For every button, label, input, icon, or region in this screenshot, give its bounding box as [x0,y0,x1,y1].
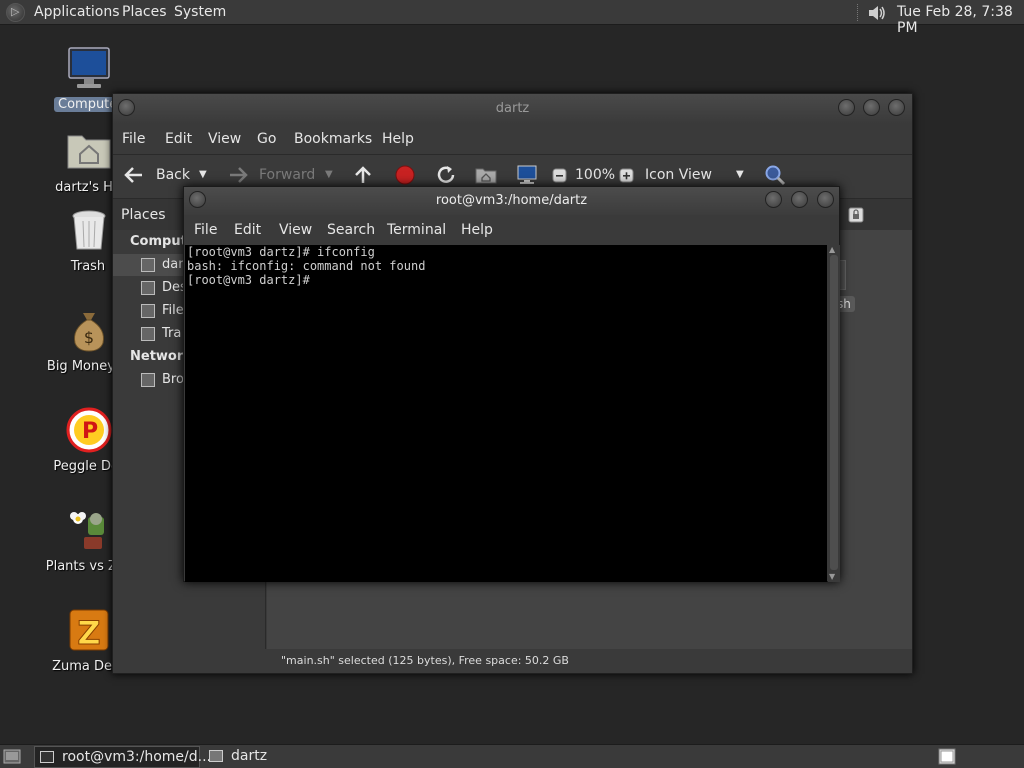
terminal-menubar: File Edit View Search Terminal Help [184,217,839,244]
menu-edit[interactable]: Edit [234,222,261,238]
window-menu-button[interactable] [118,99,135,116]
minimize-button[interactable] [838,99,855,116]
workspace-switcher-icon[interactable] [938,748,956,765]
zoom-out-icon[interactable] [552,168,567,183]
sidebar-item-label: dar [162,257,184,272]
terminal-window: root@vm3:/home/dartz File Edit View Sear… [183,186,840,582]
close-button[interactable] [888,99,905,116]
bottom-panel: root@vm3:/home/d... dartz [0,744,1024,768]
terminal-screen[interactable]: [root@vm3 dartz]# ifconfig bash: ifconfi… [185,245,827,582]
zoom-level[interactable]: 100% [575,167,615,183]
search-icon[interactable] [764,164,786,186]
view-mode-select[interactable]: Icon View [645,167,712,183]
file-manager-titlebar[interactable]: dartz [113,94,912,124]
status-text: "main.sh" selected (125 bytes), Free spa… [281,654,569,667]
scrollbar-thumb[interactable] [830,255,838,570]
file-manager-menubar: File Edit View Go Bookmarks Help [113,124,912,152]
close-button[interactable] [817,191,834,208]
maximize-button[interactable] [791,191,808,208]
places-selector[interactable]: Places [121,207,166,223]
plants-vs-zombies-icon [70,512,104,549]
window-menu-button[interactable] [189,191,206,208]
sidebar-item-label: Bro [162,372,184,387]
menu-file[interactable]: File [194,222,217,238]
trash-icon [72,210,106,250]
zoom-in-icon[interactable] [619,168,634,183]
terminal-icon [40,751,54,763]
maximize-button[interactable] [863,99,880,116]
places-menu[interactable]: Places [122,4,167,20]
clock[interactable]: Tue Feb 28, 7:38 PM [897,4,1024,36]
menu-go[interactable]: Go [257,131,276,147]
menu-help[interactable]: Help [461,222,493,238]
zuma-icon: Z [69,609,109,653]
status-bar: "main.sh" selected (125 bytes), Free spa… [267,650,912,674]
lock-icon[interactable] [848,207,864,223]
sidebar-item-label: File [162,303,184,318]
gnome-menu-icon[interactable] [6,3,25,22]
svg-text:P: P [82,419,98,444]
peggle-icon: P [66,407,112,453]
menu-view[interactable]: View [208,131,241,147]
menu-search[interactable]: Search [327,222,375,238]
top-panel: Applications Places System Tue Feb 28, 7… [0,0,1024,36]
scroll-down-arrow-icon[interactable]: ▼ [829,572,835,581]
menu-file[interactable]: File [122,131,145,147]
taskbar-item-label: root@vm3:/home/d... [62,749,211,765]
drive-icon [141,304,155,318]
view-mode-dropdown-icon[interactable]: ▼ [736,169,744,180]
computer-icon [68,47,110,88]
sidebar-item-label: Tra [162,326,182,341]
menu-view[interactable]: View [279,222,312,238]
taskbar-item-terminal[interactable]: root@vm3:/home/d... [34,746,211,768]
home-icon[interactable] [475,165,497,185]
home-folder-icon [141,258,155,272]
money-bag-icon: $ [74,313,104,352]
menu-terminal[interactable]: Terminal [387,222,446,238]
volume-icon[interactable] [866,3,888,23]
back-history-dropdown[interactable]: ▼ [199,169,207,180]
back-button[interactable]: Back [156,167,190,183]
reload-icon[interactable] [435,164,457,186]
computer-icon[interactable] [516,164,538,186]
forward-button[interactable]: Forward [259,167,315,183]
home-folder-icon [67,135,111,169]
up-arrow-icon[interactable] [353,164,373,186]
svg-text:Z: Z [77,614,100,652]
menu-bookmarks[interactable]: Bookmarks [294,131,372,147]
taskbar-item-label: dartz [231,748,268,764]
minimize-button[interactable] [765,191,782,208]
terminal-output: [root@vm3 dartz]# ifconfig bash: ifconfi… [187,245,426,287]
terminal-scrollbar[interactable]: ▲ ▼ [828,245,840,582]
menu-edit[interactable]: Edit [165,131,192,147]
menu-help[interactable]: Help [382,131,414,147]
taskbar-item-file-manager[interactable]: dartz [204,746,324,768]
desktop-folder-icon [141,281,155,295]
terminal-titlebar[interactable]: root@vm3:/home/dartz [184,187,839,215]
applications-menu[interactable]: Applications [34,4,120,20]
show-desktop-icon[interactable] [3,749,21,764]
window-title: root@vm3:/home/dartz [435,193,588,208]
forward-history-dropdown[interactable]: ▼ [325,169,333,180]
panel-separator [857,4,859,21]
scroll-up-arrow-icon[interactable]: ▲ [829,245,835,254]
trash-icon [141,327,155,341]
home-folder-icon [209,750,223,762]
network-icon [141,373,155,387]
svg-text:$: $ [84,328,94,347]
window-title: dartz [495,101,530,116]
back-arrow-icon[interactable] [123,165,145,185]
system-menu[interactable]: System [174,4,226,20]
stop-icon[interactable] [395,165,415,185]
forward-arrow-icon[interactable] [227,165,249,185]
